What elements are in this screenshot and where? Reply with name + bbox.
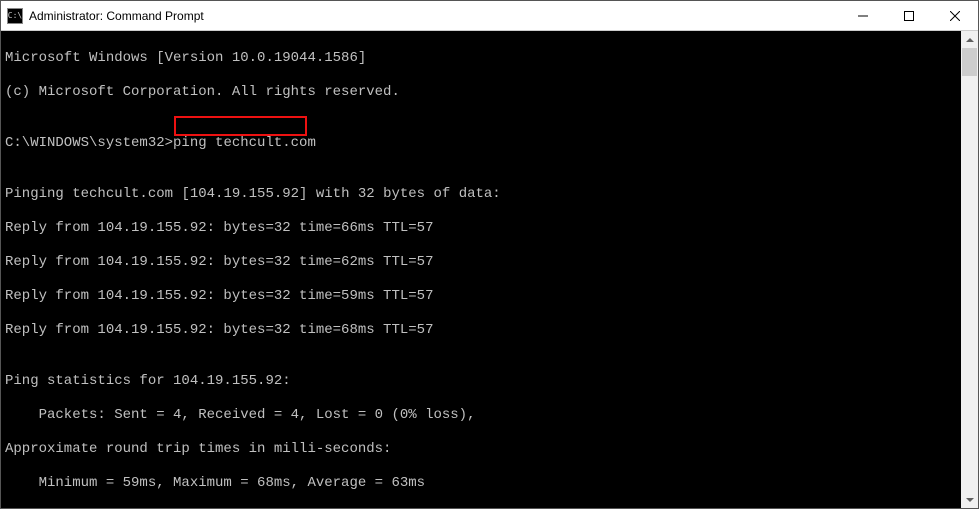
terminal-line: Reply from 104.19.155.92: bytes=32 time=… — [5, 254, 957, 271]
vertical-scrollbar[interactable] — [961, 31, 978, 508]
terminal[interactable]: Microsoft Windows [Version 10.0.19044.15… — [1, 31, 961, 508]
client-area: Microsoft Windows [Version 10.0.19044.15… — [1, 31, 978, 508]
cmd-icon: C:\ — [7, 8, 23, 24]
scrollbar-track[interactable] — [961, 48, 978, 491]
chevron-up-icon — [966, 36, 974, 44]
cmd-icon-glyph: C:\ — [8, 12, 22, 20]
terminal-line: Reply from 104.19.155.92: bytes=32 time=… — [5, 220, 957, 237]
terminal-line: C:\WINDOWS\system32>ping techcult.com — [5, 135, 957, 152]
terminal-line: (c) Microsoft Corporation. All rights re… — [5, 84, 957, 101]
terminal-line: Microsoft Windows [Version 10.0.19044.15… — [5, 50, 957, 67]
minimize-button[interactable] — [840, 1, 886, 30]
titlebar-buttons — [840, 1, 978, 30]
ping-header-post: with 32 bytes of data: — [307, 186, 500, 202]
ping-header-pre: Pinging techcult.com — [5, 186, 181, 202]
close-button[interactable] — [932, 1, 978, 30]
highlight-annotation — [174, 116, 307, 136]
terminal-line: Packets: Sent = 4, Received = 4, Lost = … — [5, 407, 957, 424]
scrollbar-thumb[interactable] — [962, 48, 977, 76]
command-text: ping techcult.com — [173, 135, 316, 151]
ping-ip: [104.19.155.92] — [181, 186, 307, 202]
window-title: Administrator: Command Prompt — [29, 9, 204, 23]
close-icon — [950, 11, 960, 21]
terminal-line: Approximate round trip times in milli-se… — [5, 441, 957, 458]
minimize-icon — [858, 11, 868, 21]
titlebar[interactable]: C:\ Administrator: Command Prompt — [1, 1, 978, 31]
chevron-down-icon — [966, 496, 974, 504]
terminal-line: Reply from 104.19.155.92: bytes=32 time=… — [5, 322, 957, 339]
maximize-button[interactable] — [886, 1, 932, 30]
terminal-line: Ping statistics for 104.19.155.92: — [5, 373, 957, 390]
prompt: C:\WINDOWS\system32> — [5, 135, 173, 151]
terminal-line: Minimum = 59ms, Maximum = 68ms, Average … — [5, 475, 957, 492]
terminal-line: Pinging techcult.com [104.19.155.92] wit… — [5, 186, 957, 203]
scroll-down-button[interactable] — [961, 491, 978, 508]
scroll-up-button[interactable] — [961, 31, 978, 48]
maximize-icon — [904, 11, 914, 21]
terminal-line: Reply from 104.19.155.92: bytes=32 time=… — [5, 288, 957, 305]
